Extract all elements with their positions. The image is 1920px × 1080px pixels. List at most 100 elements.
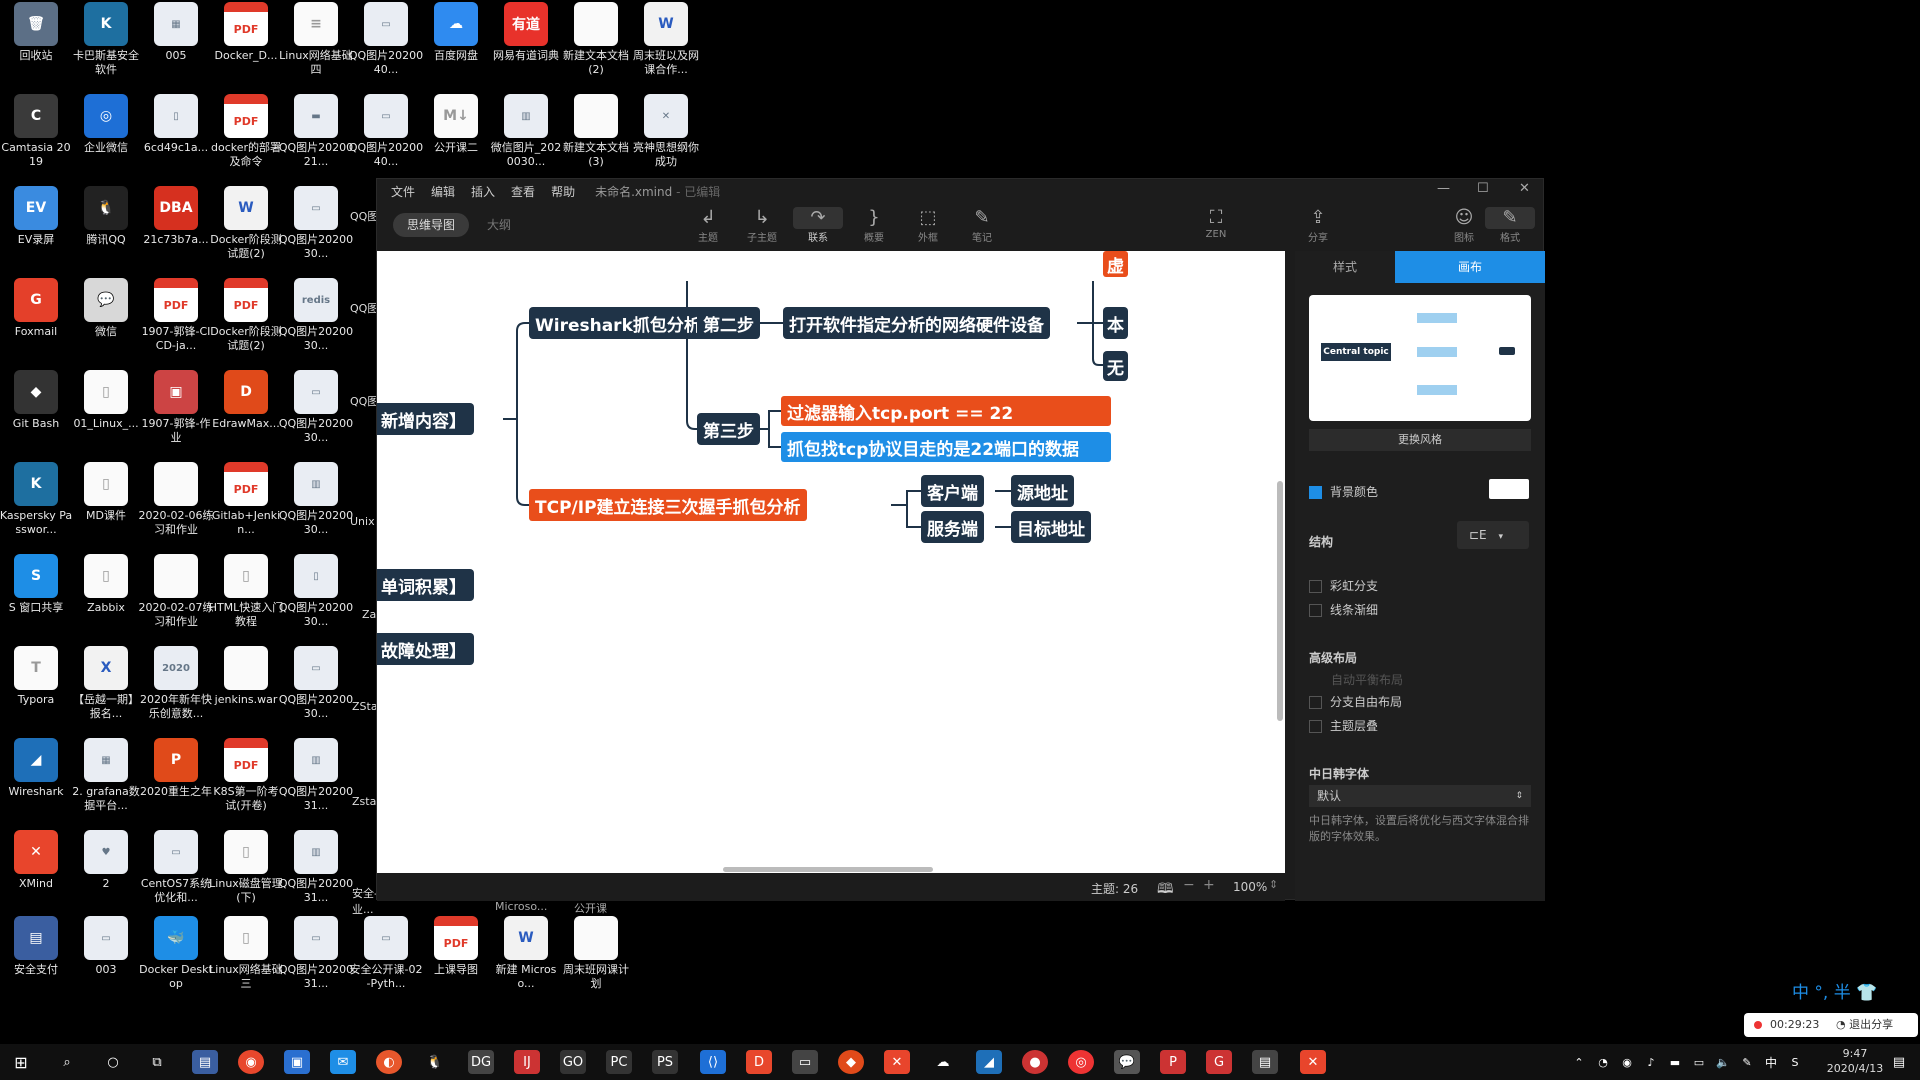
horizontal-scrollbar[interactable] [723, 867, 933, 872]
rainbow-branch-row[interactable]: 彩虹分支 [1309, 577, 1378, 594]
free-branch-row[interactable]: 分支自由布局 [1309, 693, 1402, 710]
desktop-icon[interactable]: ▯ QQ图片2020030... [279, 554, 353, 642]
share-tool[interactable]: ⇪ 分享 [1293, 207, 1343, 244]
node-edge-top[interactable]: 虚 [1103, 251, 1128, 277]
desktop-icon[interactable]: ♥ 2 [70, 830, 142, 918]
node-wireshark[interactable]: Wireshark抓包分析 [529, 307, 707, 339]
desktop-icon[interactable]: PDF docker的部署及命令 [210, 94, 282, 182]
taskbar-app-icon[interactable]: ▤ [192, 1050, 218, 1074]
desktop-icon[interactable]: 2020-02-06练习和作业 [139, 462, 213, 550]
change-style-button[interactable]: 更换风格 [1309, 429, 1531, 451]
desktop-icon[interactable]: ▥ QQ图片2020031... [279, 830, 353, 918]
desktop-icon[interactable]: ▦ 005 [140, 2, 212, 90]
lang-indicator[interactable]: 中 [1758, 1050, 1784, 1074]
desktop-icon[interactable]: ▭ QQ图片2020040... [349, 94, 423, 182]
zoom-out-icon[interactable]: − [1183, 877, 1195, 893]
menu-help[interactable]: 帮助 [551, 183, 575, 200]
desktop-icon[interactable]: W Docker阶段测试题(2) [210, 186, 282, 274]
desktop-icon[interactable]: ▯ Zabbix [70, 554, 142, 642]
ime-indicator[interactable]: 中 °, 半 👕 [1792, 978, 1877, 1003]
desktop-icon[interactable]: ◎ 企业微信 [70, 94, 142, 182]
wechat-icon[interactable]: 💬 [1114, 1050, 1140, 1074]
node-tcpip[interactable]: TCP/IP建立连接三次握手抓包分析 [529, 489, 807, 521]
desktop-icon[interactable]: PDF K8S第一阶考试(开卷) [210, 738, 282, 826]
desktop-icon[interactable]: 新建文本文档 (2) [560, 2, 632, 90]
mic-icon[interactable]: ♪ [1638, 1050, 1664, 1074]
desktop-icon[interactable]: ☁ 百度网盘 [420, 2, 492, 90]
desktop-icon[interactable]: 🐳 Docker Desktop [139, 916, 213, 1004]
exit-share-button[interactable]: ◔ 退出分享 [1836, 1013, 1893, 1037]
menu-edit[interactable]: 编辑 [431, 183, 455, 200]
taper-checkbox[interactable] [1309, 604, 1322, 617]
tray-icon[interactable]: ◉ [1614, 1050, 1640, 1074]
desktop-icon[interactable]: X 【岳越一期】报名... [70, 646, 142, 734]
structure-select[interactable]: ⊏E ▾ [1457, 521, 1529, 549]
search-icon[interactable]: ⌕ [54, 1050, 80, 1074]
desktop-icon[interactable]: 周末班网课计划 [560, 916, 632, 1004]
tray-icon[interactable]: S [1782, 1050, 1808, 1074]
desktop-icon[interactable]: D EdrawMax... [210, 370, 282, 458]
cjk-font-select[interactable]: 默认 ⇕ [1309, 785, 1531, 807]
desktop-icon[interactable]: ▭ 安全公开课-02-Pyth... [350, 916, 422, 1004]
desktop-icon[interactable]: ▯ 6cd49c1a... [140, 94, 212, 182]
desktop-icon[interactable]: W 新建 Microso... [490, 916, 562, 1004]
zoom-level[interactable]: 100% [1233, 880, 1267, 894]
desktop-icon[interactable]: W 周末班以及网课合作... [630, 2, 702, 90]
pycharm-icon[interactable]: PC [606, 1050, 632, 1074]
relationship-tool[interactable]: ↷ 联系 [793, 207, 843, 244]
ppt-icon[interactable]: P [1160, 1050, 1186, 1074]
desktop-icon[interactable]: PDF Docker阶段测试题(2) [210, 278, 282, 366]
summary-tool[interactable]: } 概要 [849, 207, 899, 244]
close-button[interactable]: ✕ [1519, 181, 1530, 196]
desktop-icon[interactable]: ▯ HTML快速入门教程 [209, 554, 283, 642]
task-view-icon[interactable]: ⧉ [144, 1050, 170, 1074]
desktop-icon[interactable]: ▯ 01_Linux_... [70, 370, 142, 458]
desktop-icon[interactable]: T Typora [0, 646, 72, 734]
desktop-icon[interactable]: ✕ 亮神思想纲你成功 [630, 94, 702, 182]
tab-canvas[interactable]: 画布 [1395, 251, 1545, 283]
desktop-icon[interactable]: ▭ QQ图片2020030... [279, 370, 353, 458]
qq-icon[interactable]: 🐧 [422, 1050, 448, 1074]
topic-level-row[interactable]: 主题层叠 [1309, 717, 1378, 734]
menu-file[interactable]: 文件 [391, 183, 415, 200]
desktop-icon[interactable]: ▤ 安全支付 [0, 916, 72, 1004]
desktop-icon[interactable]: ▭ QQ图片2020030... [279, 186, 353, 274]
zoom-in-icon[interactable]: + [1203, 877, 1215, 893]
node-step3[interactable]: 第三步 [697, 413, 760, 445]
desktop-icon[interactable]: ▯ Linux网络基础三 [209, 916, 283, 1004]
node-troubleshooting[interactable]: 故障处理】 [377, 633, 474, 665]
free-branch-checkbox[interactable] [1309, 696, 1322, 709]
node-vocabulary[interactable]: 单词积累】 [377, 569, 474, 601]
folder-icon[interactable]: ▭ [792, 1050, 818, 1074]
chrome-icon[interactable]: ◉ [238, 1050, 264, 1074]
taper-line-row[interactable]: 线条渐细 [1309, 601, 1378, 618]
desktop-icon[interactable]: EV EV录屏 [0, 186, 72, 274]
desktop-icon[interactable]: K 卡巴斯基安全软件 [70, 2, 142, 90]
desktop-icon[interactable]: S S 窗口共享 [0, 554, 72, 642]
notification-icon[interactable]: ▤ [1886, 1050, 1912, 1074]
desktop-icon[interactable]: ▬ QQ图片2020021... [279, 94, 353, 182]
chevron-updown-icon[interactable]: ⇕ [1269, 878, 1278, 891]
git-icon[interactable]: ◆ [838, 1050, 864, 1074]
xmind-task-icon[interactable]: ✕ [1300, 1050, 1326, 1074]
style-preview[interactable]: Central topic [1309, 295, 1531, 421]
desktop-icon[interactable]: 🐧 腾讯QQ [70, 186, 142, 274]
intellij-icon[interactable]: IJ [514, 1050, 540, 1074]
desktop-icon[interactable]: 2020 2020年新年快乐创意数... [140, 646, 212, 734]
xmind-icon[interactable]: ✕ [884, 1050, 910, 1074]
app-icon[interactable]: ◎ [1068, 1050, 1094, 1074]
subtopic-tool[interactable]: ↳ 子主题 [737, 207, 787, 244]
desktop-icon[interactable]: P 2020重生之年 [140, 738, 212, 826]
tray-chevron-icon[interactable]: ⌃ [1566, 1050, 1592, 1074]
app-icon[interactable]: ▤ [1252, 1050, 1278, 1074]
desktop-icon[interactable]: ▦ 2. grafana数据平台... [70, 738, 142, 826]
firefox-icon[interactable]: ◐ [376, 1050, 402, 1074]
desktop-icon[interactable]: ▭ CentOS7系统优化和... [140, 830, 212, 918]
desktop-icon[interactable]: ✕ XMind [0, 830, 72, 918]
desktop-icon[interactable]: ▭ QQ图片2020040... [349, 2, 423, 90]
bg-color-checkbox[interactable] [1309, 486, 1322, 499]
desktop-icon[interactable]: ◢ Wireshark [0, 738, 72, 826]
bg-color-row[interactable]: 背景颜色 [1309, 483, 1378, 500]
mail-icon[interactable]: ✉ [330, 1050, 356, 1074]
desktop-icon[interactable]: ▥ QQ图片2020030... [279, 462, 353, 550]
